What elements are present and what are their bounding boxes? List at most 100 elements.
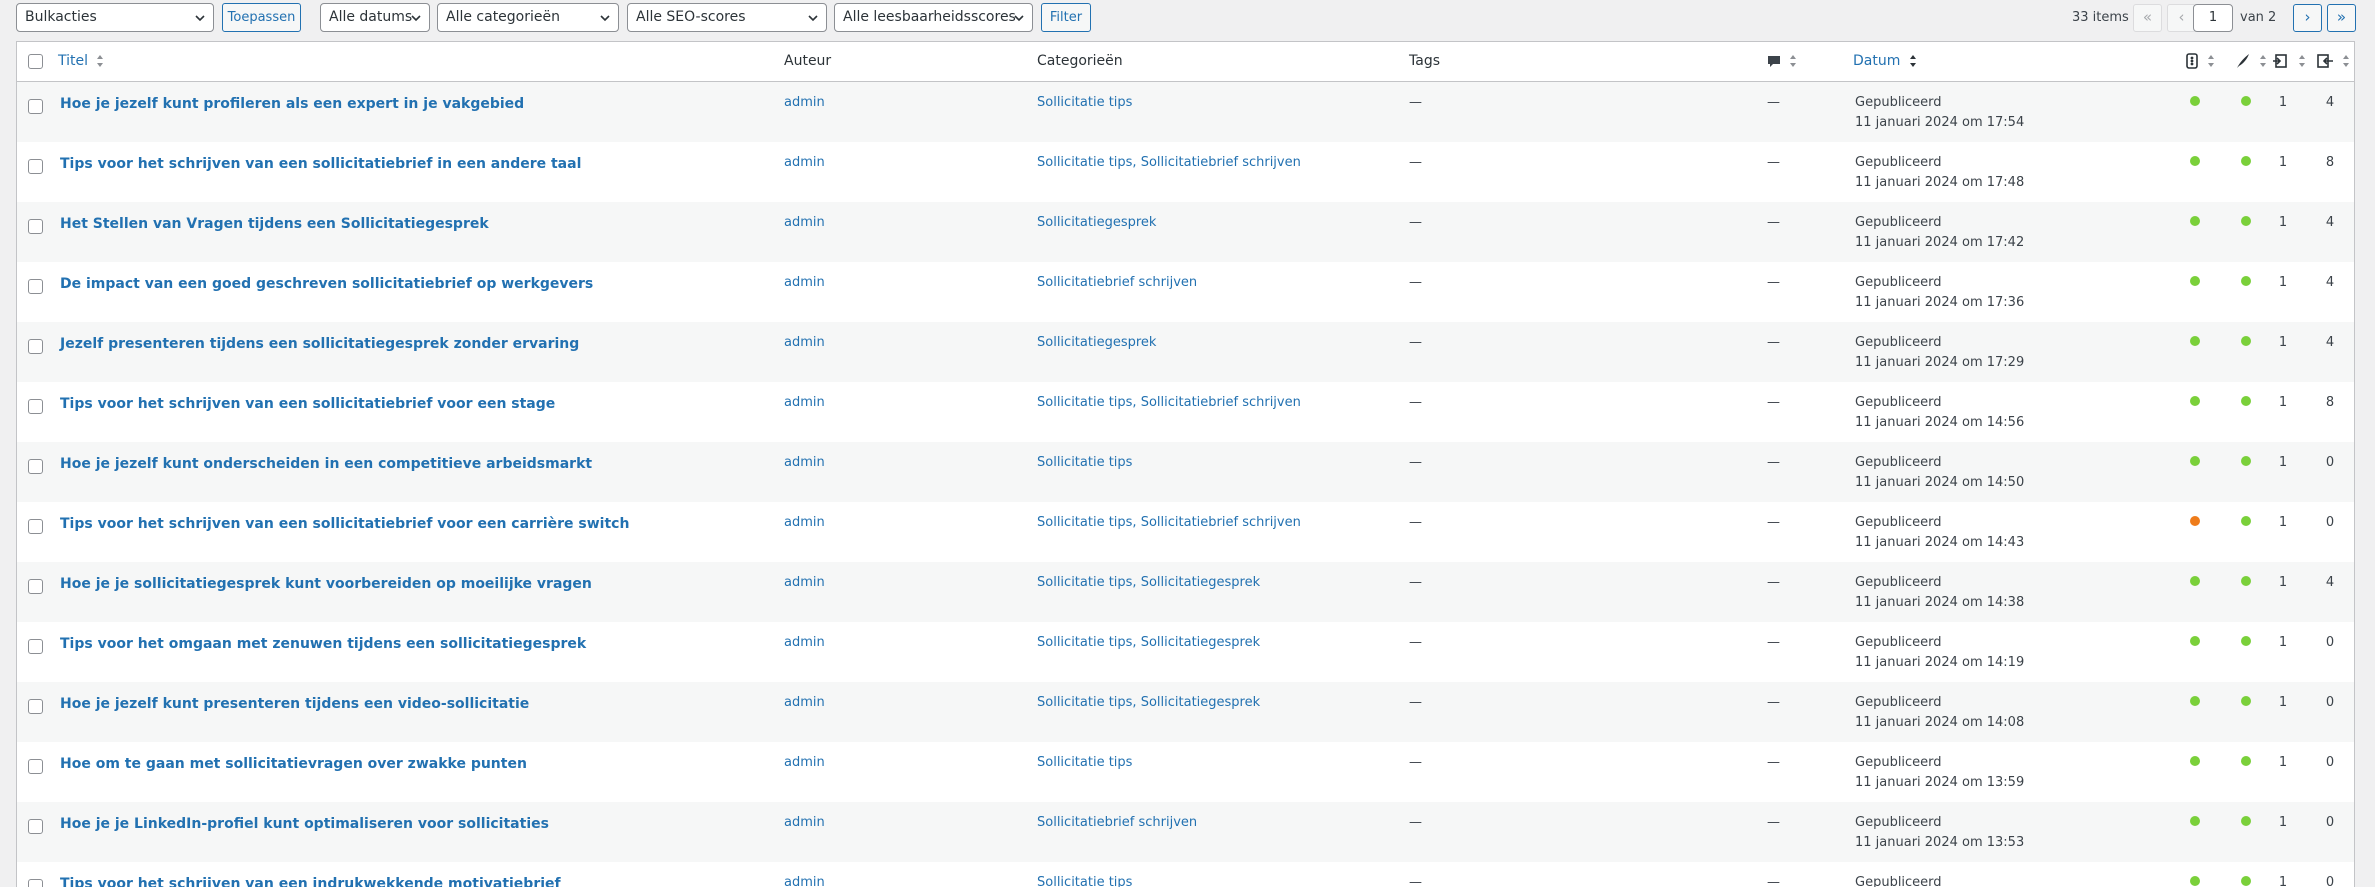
incoming-links-count: 0 bbox=[2325, 635, 2335, 650]
author-link[interactable]: admin bbox=[784, 755, 825, 770]
row-checkbox[interactable] bbox=[28, 639, 43, 654]
row-checkbox[interactable] bbox=[28, 579, 43, 594]
categories-links[interactable]: Sollicitatiebrief schrijven bbox=[1037, 275, 1197, 290]
sort-arrows-icon bbox=[2208, 55, 2215, 67]
row-checkbox[interactable] bbox=[28, 699, 43, 714]
incoming-links-count: 4 bbox=[2325, 275, 2335, 290]
author-link[interactable]: admin bbox=[784, 215, 825, 230]
row-checkbox[interactable] bbox=[28, 759, 43, 774]
author-link[interactable]: admin bbox=[784, 455, 825, 470]
post-title-link[interactable]: Tips voor het schrijven van een sollicit… bbox=[60, 396, 555, 412]
apply-button[interactable]: Toepassen bbox=[222, 3, 301, 32]
author-link[interactable]: admin bbox=[784, 515, 825, 530]
incoming-links-count: 4 bbox=[2325, 215, 2335, 230]
comments-value: — bbox=[1767, 95, 1780, 110]
readability-filter-select[interactable]: Alle leesbaarheidsscores bbox=[834, 3, 1033, 32]
column-seo-header[interactable] bbox=[2185, 42, 2215, 81]
categories-links[interactable]: Sollicitatiebrief schrijven bbox=[1037, 815, 1197, 830]
readability-score-dot bbox=[2241, 636, 2251, 646]
last-page-button[interactable]: » bbox=[2327, 4, 2356, 32]
post-title-link[interactable]: Tips voor het schrijven van een indrukwe… bbox=[60, 876, 561, 887]
row-checkbox[interactable] bbox=[28, 279, 43, 294]
row-checkbox[interactable] bbox=[28, 459, 43, 474]
select-all-checkbox[interactable] bbox=[28, 54, 43, 69]
row-checkbox[interactable] bbox=[28, 519, 43, 534]
column-outgoing-links-header[interactable] bbox=[2272, 42, 2306, 81]
author-link[interactable]: admin bbox=[784, 395, 825, 410]
post-title-link[interactable]: Tips voor het schrijven van een sollicit… bbox=[60, 516, 629, 532]
author-link[interactable]: admin bbox=[784, 635, 825, 650]
post-title-link[interactable]: Jezelf presenteren tijdens een sollicita… bbox=[60, 336, 579, 352]
post-title-link[interactable]: Hoe om te gaan met sollicitatievragen ov… bbox=[60, 756, 527, 772]
post-status: Gepubliceerd bbox=[1855, 275, 1942, 290]
post-title-link[interactable]: Hoe je je sollicitatiegesprek kunt voorb… bbox=[60, 576, 592, 592]
row-checkbox[interactable] bbox=[28, 819, 43, 834]
categories-links[interactable]: Sollicitatie tips, Sollicitatiebrief sch… bbox=[1037, 395, 1301, 410]
table-row: Hoe je jezelf kunt presenteren tijdens e… bbox=[17, 682, 2354, 742]
seo-score-dot bbox=[2190, 636, 2200, 646]
row-checkbox[interactable] bbox=[28, 399, 43, 414]
seo-filter-select[interactable]: Alle SEO-scores bbox=[627, 3, 827, 32]
next-page-button[interactable]: › bbox=[2293, 4, 2322, 32]
author-link[interactable]: admin bbox=[784, 575, 825, 590]
categories-links[interactable]: Sollicitatie tips bbox=[1037, 875, 1132, 887]
categories-links[interactable]: Sollicitatie tips, Sollicitatiegesprek bbox=[1037, 635, 1260, 650]
table-row: Tips voor het omgaan met zenuwen tijdens… bbox=[17, 622, 2354, 682]
post-status: Gepubliceerd bbox=[1855, 95, 1942, 110]
row-checkbox[interactable] bbox=[28, 339, 43, 354]
table-header: Titel Auteur Categorieën Tags Datum bbox=[17, 42, 2354, 82]
post-title-link[interactable]: Tips voor het schrijven van een sollicit… bbox=[60, 156, 581, 172]
date-filter-select[interactable]: Alle datums bbox=[320, 3, 430, 32]
incoming-links-count: 0 bbox=[2325, 875, 2335, 887]
post-title-link[interactable]: Het Stellen van Vragen tijdens een Solli… bbox=[60, 216, 489, 232]
categories-links[interactable]: Sollicitatiegesprek bbox=[1037, 215, 1156, 230]
post-status: Gepubliceerd bbox=[1855, 695, 1942, 710]
column-incoming-links-header[interactable] bbox=[2316, 42, 2350, 81]
category-filter-select[interactable]: Alle categorieën bbox=[437, 3, 619, 32]
filter-button[interactable]: Filter bbox=[1041, 3, 1091, 32]
categories-links[interactable]: Sollicitatie tips, Sollicitatiegesprek bbox=[1037, 695, 1260, 710]
row-checkbox[interactable] bbox=[28, 879, 43, 887]
bulk-actions-select[interactable]: Bulkacties bbox=[16, 3, 214, 32]
post-title-link[interactable]: Hoe je jezelf kunt presenteren tijdens e… bbox=[60, 696, 529, 712]
column-comments-header[interactable] bbox=[1767, 42, 1797, 81]
sort-arrows-icon bbox=[97, 55, 104, 67]
author-link[interactable]: admin bbox=[784, 155, 825, 170]
column-date-header[interactable]: Datum bbox=[1853, 42, 1917, 81]
author-link[interactable]: admin bbox=[784, 95, 825, 110]
categories-links[interactable]: Sollicitatie tips, Sollicitatiebrief sch… bbox=[1037, 155, 1301, 170]
post-title-link[interactable]: Hoe je jezelf kunt onderscheiden in een … bbox=[60, 456, 592, 472]
post-title-link[interactable]: Tips voor het omgaan met zenuwen tijdens… bbox=[60, 636, 586, 652]
incoming-links-count: 4 bbox=[2325, 95, 2335, 110]
author-link[interactable]: admin bbox=[784, 275, 825, 290]
current-page-input[interactable]: 1 bbox=[2193, 4, 2233, 32]
tablenav-top: Bulkacties Toepassen Alle datums Alle ca… bbox=[0, 0, 2375, 37]
post-title-link[interactable]: Hoe je je LinkedIn-profiel kunt optimali… bbox=[60, 816, 549, 832]
outgoing-links-count: 1 bbox=[2278, 155, 2288, 170]
outgoing-links-count: 1 bbox=[2278, 455, 2288, 470]
author-link[interactable]: admin bbox=[784, 335, 825, 350]
categories-links[interactable]: Sollicitatie tips, Sollicitatiegesprek bbox=[1037, 575, 1260, 590]
author-link[interactable]: admin bbox=[784, 875, 825, 887]
post-title-link[interactable]: De impact van een goed geschreven sollic… bbox=[60, 276, 593, 292]
categories-links[interactable]: Sollicitatie tips, Sollicitatiebrief sch… bbox=[1037, 515, 1301, 530]
categories-links[interactable]: Sollicitatie tips bbox=[1037, 755, 1132, 770]
author-link[interactable]: admin bbox=[784, 815, 825, 830]
column-readability-header[interactable] bbox=[2235, 42, 2267, 81]
outgoing-links-count: 1 bbox=[2278, 875, 2288, 887]
author-link[interactable]: admin bbox=[784, 695, 825, 710]
posts-list-screen: Bulkacties Toepassen Alle datums Alle ca… bbox=[0, 0, 2375, 887]
categories-links[interactable]: Sollicitatiegesprek bbox=[1037, 335, 1156, 350]
row-checkbox[interactable] bbox=[28, 99, 43, 114]
comments-value: — bbox=[1767, 815, 1780, 830]
categories-links[interactable]: Sollicitatie tips bbox=[1037, 455, 1132, 470]
row-checkbox[interactable] bbox=[28, 159, 43, 174]
post-title-link[interactable]: Hoe je jezelf kunt profileren als een ex… bbox=[60, 96, 524, 112]
tags-value: — bbox=[1409, 575, 1422, 590]
column-title-header[interactable]: Titel bbox=[58, 42, 104, 81]
categories-links[interactable]: Sollicitatie tips bbox=[1037, 95, 1132, 110]
outgoing-links-count: 1 bbox=[2278, 755, 2288, 770]
row-checkbox[interactable] bbox=[28, 219, 43, 234]
table-row: Hoe je je sollicitatiegesprek kunt voorb… bbox=[17, 562, 2354, 622]
readability-score-dot bbox=[2241, 576, 2251, 586]
